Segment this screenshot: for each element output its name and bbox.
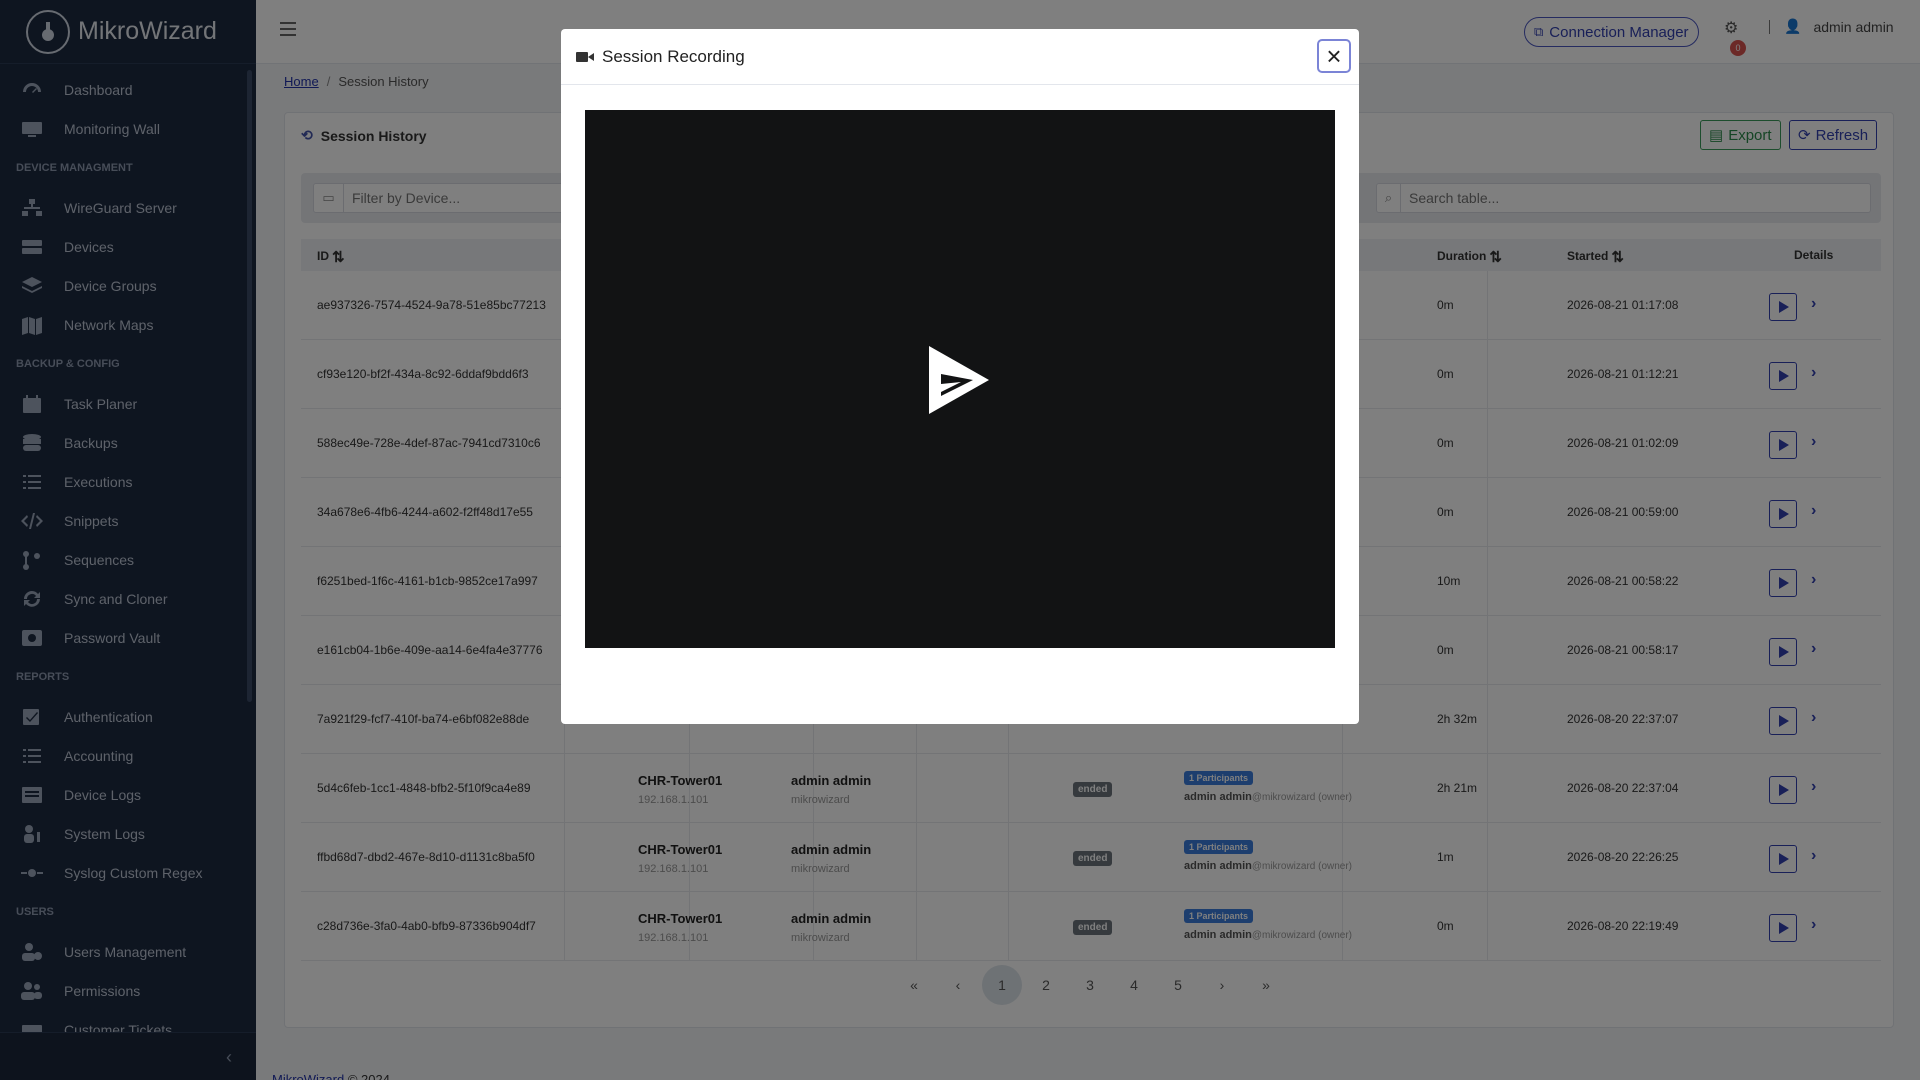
close-icon: × [1326,41,1342,71]
video-camera-icon [576,52,594,62]
video-player[interactable] [585,110,1335,648]
session-recording-modal: Session Recording × [561,29,1359,724]
modal-title-text: Session Recording [602,47,745,66]
modal-header: Session Recording × [561,29,1359,85]
modal-title: Session Recording [576,47,745,67]
play-icon[interactable] [927,344,991,416]
close-button[interactable]: × [1317,39,1351,73]
